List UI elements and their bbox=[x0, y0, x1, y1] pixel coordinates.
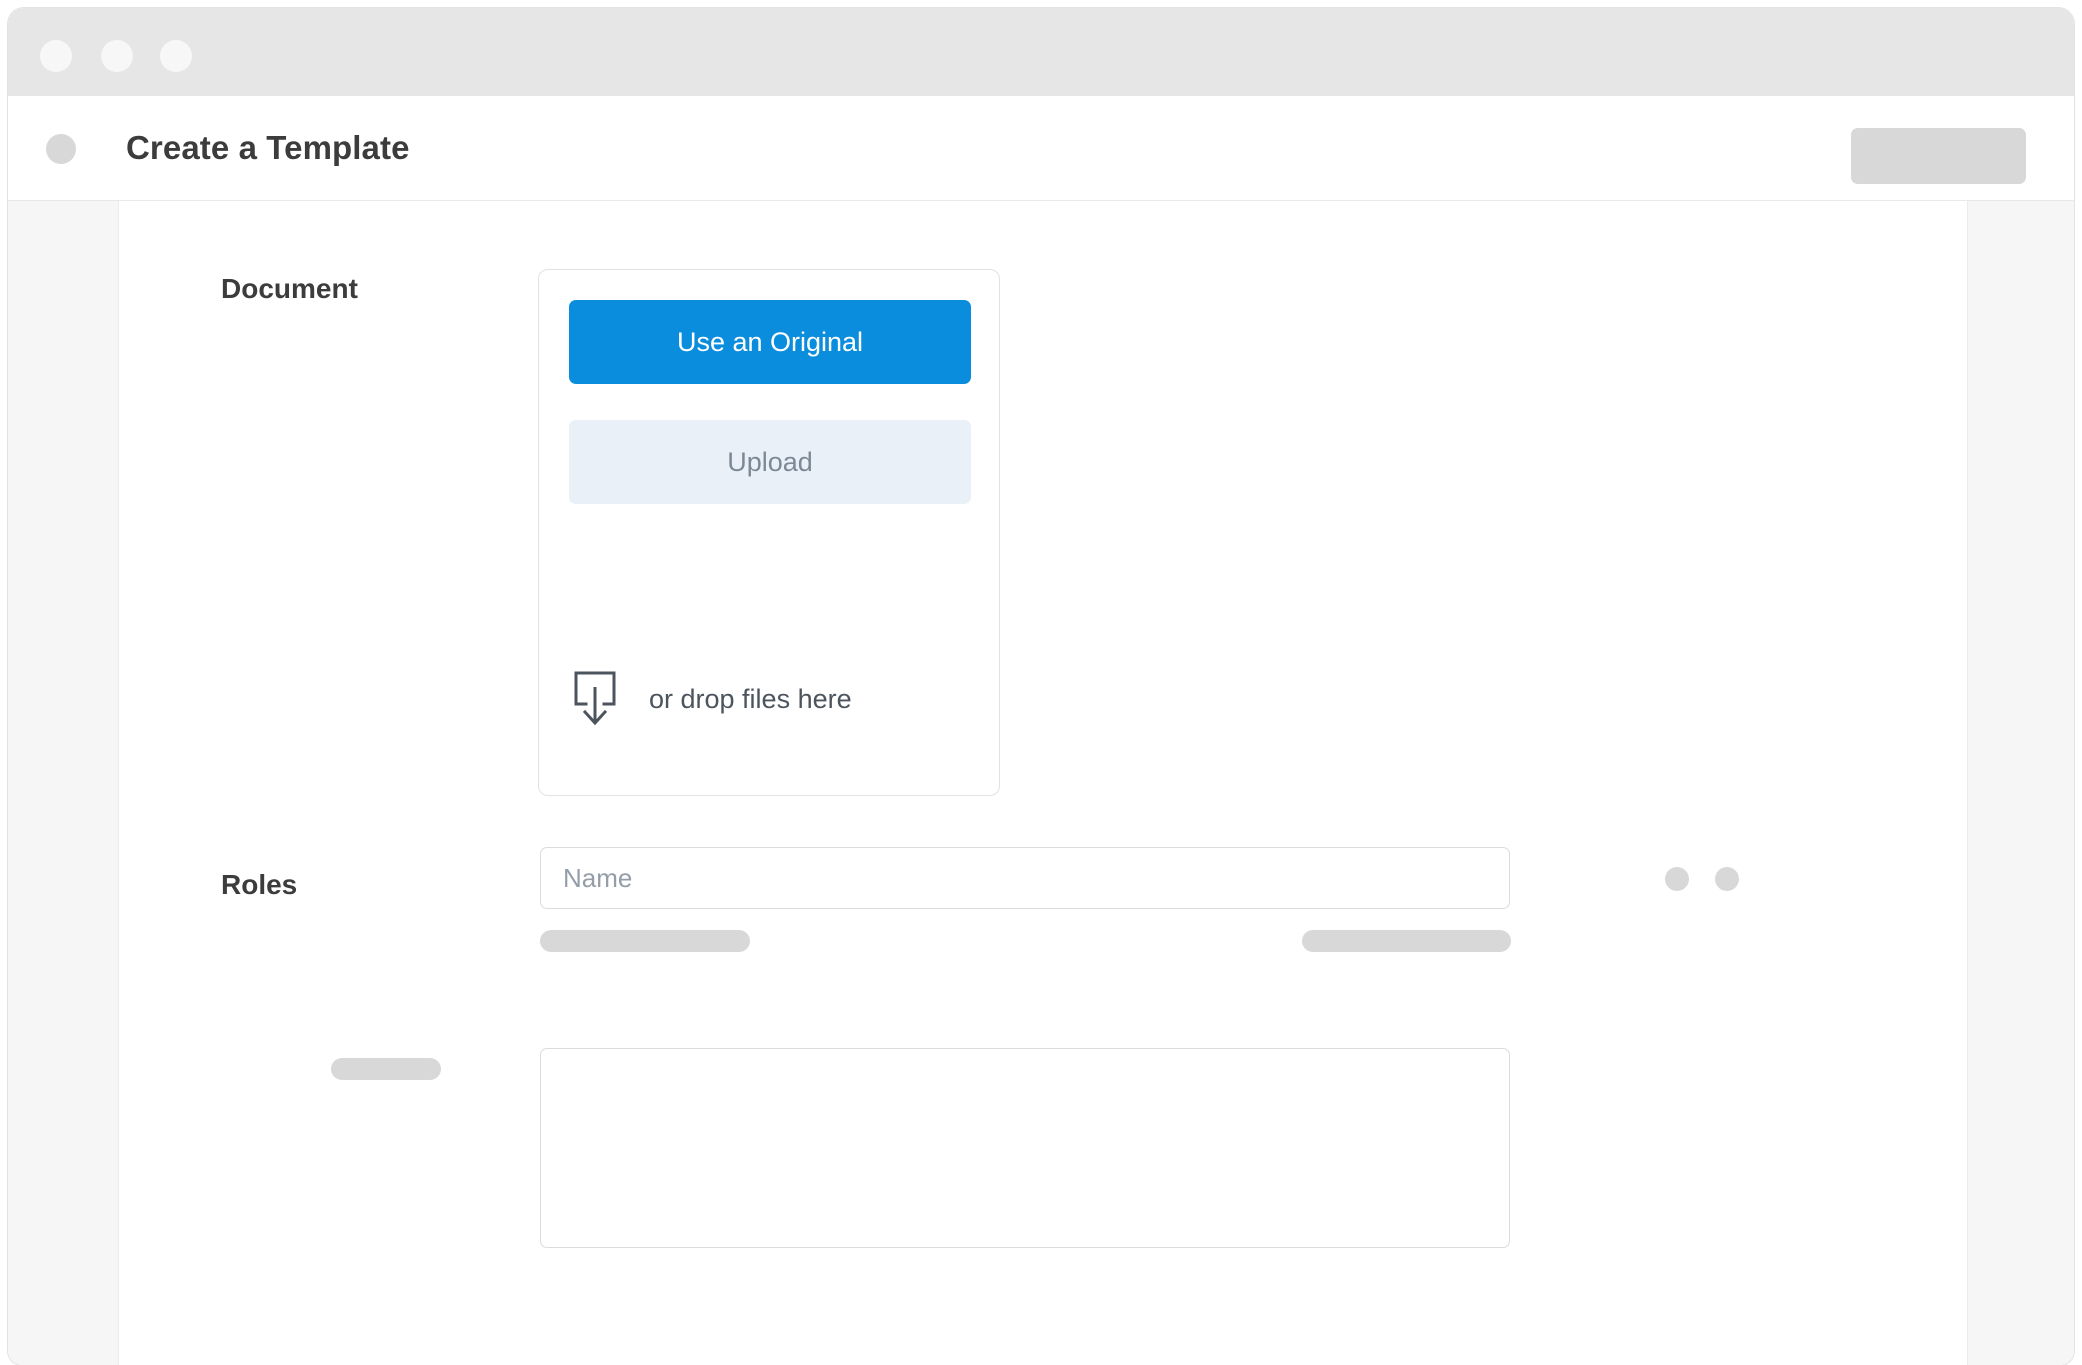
role-action-dot-2[interactable] bbox=[1715, 867, 1739, 891]
document-section: Document Use an Original Upload or drop … bbox=[119, 201, 1967, 801]
notes-label-placeholder bbox=[331, 1058, 441, 1080]
window-titlebar bbox=[8, 8, 2074, 96]
role-action-dot-1[interactable] bbox=[1665, 867, 1689, 891]
roles-placeholder-bar-left bbox=[540, 930, 750, 952]
roles-placeholder-bar-right bbox=[1302, 930, 1511, 952]
app-header: Create a Template bbox=[8, 96, 2074, 201]
drop-tray-icon bbox=[571, 670, 619, 728]
document-section-label: Document bbox=[221, 273, 358, 304]
roles-section: Roles bbox=[119, 801, 1967, 1041]
app-window: Create a Template Document Use an Origin… bbox=[8, 8, 2074, 1365]
use-an-original-button[interactable]: Use an Original bbox=[569, 300, 971, 384]
window-close-button[interactable] bbox=[40, 40, 72, 72]
content-panel: Document Use an Original Upload or drop … bbox=[118, 201, 1968, 1365]
body-area: Document Use an Original Upload or drop … bbox=[8, 201, 2074, 1365]
dropzone[interactable]: or drop files here bbox=[571, 670, 852, 728]
header-action-button[interactable] bbox=[1851, 128, 2026, 184]
dropzone-label: or drop files here bbox=[649, 683, 852, 714]
upload-button[interactable]: Upload bbox=[569, 420, 971, 504]
notes-section bbox=[119, 1041, 1967, 1365]
roles-section-label: Roles bbox=[221, 869, 298, 900]
window-maximize-button[interactable] bbox=[160, 40, 192, 72]
notes-textarea[interactable] bbox=[540, 1048, 1510, 1248]
avatar bbox=[46, 134, 76, 164]
role-name-input[interactable] bbox=[540, 847, 1510, 909]
document-upload-card: Use an Original Upload or drop files her… bbox=[538, 269, 1000, 796]
page-title: Create a Template bbox=[126, 129, 410, 166]
window-minimize-button[interactable] bbox=[101, 40, 133, 72]
